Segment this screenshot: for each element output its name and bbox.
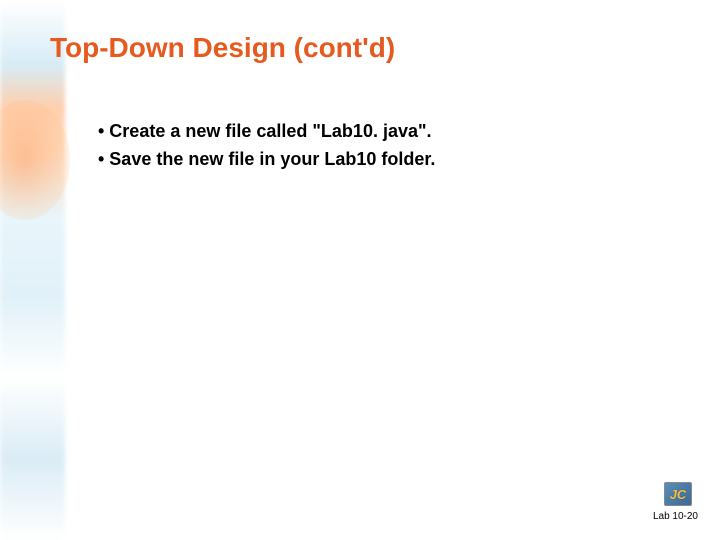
background-accent <box>0 0 65 540</box>
logo-badge: JC <box>664 482 692 506</box>
bullet-item: • Save the new file in your Lab10 folder… <box>98 146 435 172</box>
logo-text: JC <box>670 487 687 502</box>
slide-title: Top-Down Design (cont'd) <box>50 32 395 64</box>
bullet-item: • Create a new file called "Lab10. java"… <box>98 118 435 144</box>
content-area: • Create a new file called "Lab10. java"… <box>98 118 435 174</box>
footer-label: Lab 10-20 <box>653 511 698 522</box>
